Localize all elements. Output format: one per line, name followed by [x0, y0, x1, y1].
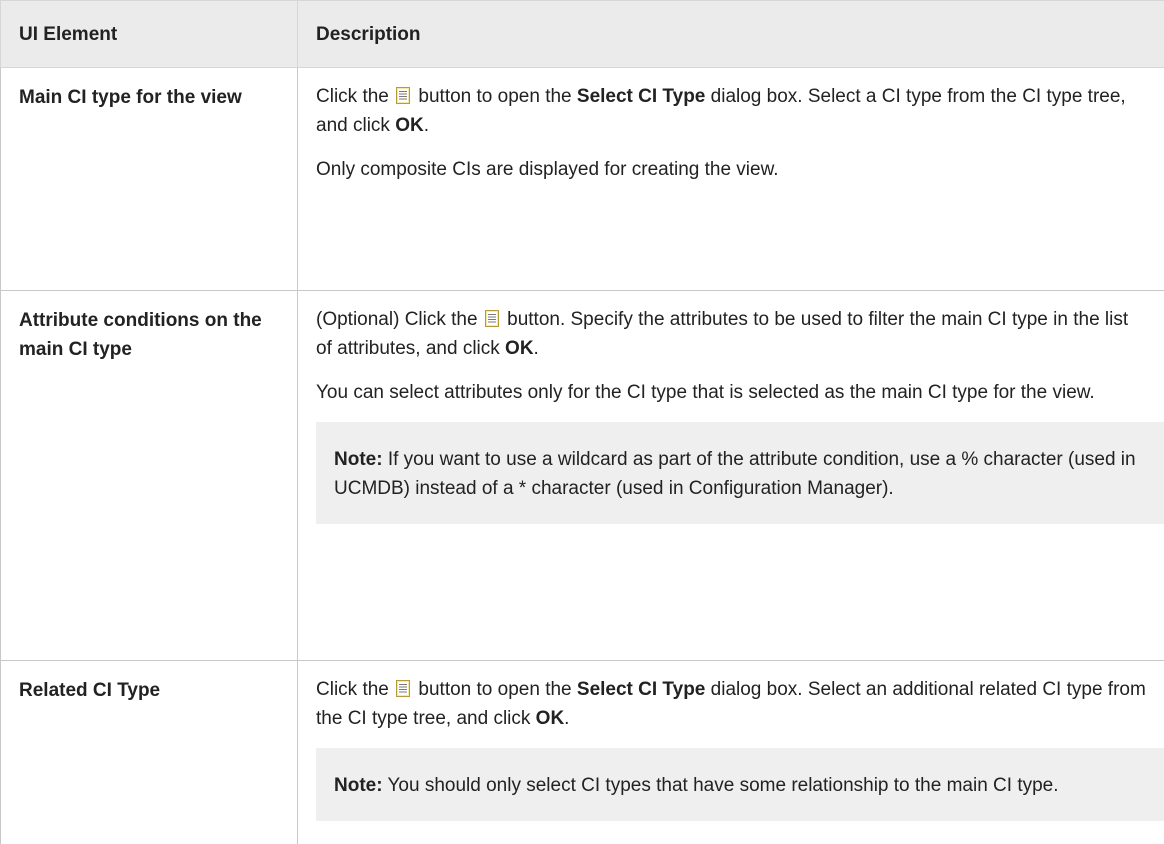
list-button-icon[interactable] — [396, 87, 410, 104]
row-element-name: Main CI type for the view — [1, 68, 298, 291]
list-button-icon[interactable] — [396, 680, 410, 697]
row-description: Click the button to open the Select CI T… — [298, 661, 1164, 844]
dialog-name: Select CI Type — [577, 679, 705, 700]
description-paragraph: (Optional) Click the button. Specify the… — [316, 305, 1149, 363]
text: . — [564, 708, 569, 729]
table-header-row: UI Element Description — [1, 1, 1164, 68]
note-label: Note: — [334, 775, 383, 796]
row-element-name: Attribute conditions on the main CI type — [1, 291, 298, 661]
text: button to open the — [418, 679, 571, 700]
ui-element-table: UI Element Description Main CI type for … — [0, 0, 1164, 844]
note-label: Note: — [334, 449, 383, 470]
text: . — [534, 338, 539, 359]
text: . — [424, 115, 429, 136]
text: (Optional) Click the — [316, 309, 478, 330]
note-text: If you want to use a wildcard as part of… — [334, 449, 1136, 499]
row-element-name: Related CI Type — [1, 661, 298, 844]
row-description: Click the button to open the Select CI T… — [298, 68, 1164, 291]
description-paragraph: Only composite CIs are displayed for cre… — [316, 155, 1149, 184]
note-box: Note: If you want to use a wildcard as p… — [316, 422, 1164, 524]
header-description: Description — [298, 1, 1164, 68]
ok-label: OK — [536, 708, 565, 729]
ok-label: OK — [505, 338, 534, 359]
row-description: (Optional) Click the button. Specify the… — [298, 291, 1164, 661]
header-ui-element: UI Element — [1, 1, 298, 68]
table-row: Main CI type for the view Click the butt… — [1, 68, 1164, 291]
table-row: Attribute conditions on the main CI type… — [1, 291, 1164, 661]
text: button to open the — [418, 86, 571, 107]
table-row: Related CI Type Click the button to open… — [1, 661, 1164, 844]
list-button-icon[interactable] — [485, 310, 499, 327]
dialog-name: Select CI Type — [577, 86, 705, 107]
text: Click the — [316, 679, 389, 700]
text: Click the — [316, 86, 389, 107]
note-box: Note: You should only select CI types th… — [316, 748, 1164, 821]
description-paragraph: You can select attributes only for the C… — [316, 378, 1149, 407]
description-paragraph: Click the button to open the Select CI T… — [316, 675, 1149, 733]
description-paragraph: Click the button to open the Select CI T… — [316, 82, 1149, 140]
note-text: You should only select CI types that hav… — [388, 775, 1059, 796]
ok-label: OK — [395, 115, 424, 136]
